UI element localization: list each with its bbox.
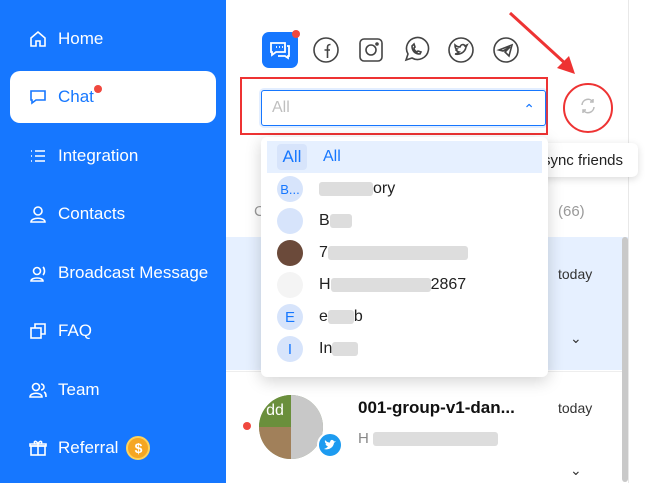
conversation-time: today — [558, 400, 593, 416]
pane-divider — [628, 0, 629, 483]
option-label: eb — [319, 308, 363, 325]
option-avatar: E — [277, 304, 303, 330]
conversation-title: 001-group-v1-dan... — [358, 398, 515, 417]
platform-tabs — [262, 30, 537, 68]
sidebar-item-label: Broadcast Message — [58, 263, 209, 282]
chat-icon[interactable] — [262, 30, 300, 68]
sidebar-item-label: Team — [58, 380, 100, 399]
sidebar-item-team[interactable]: Team — [10, 364, 216, 416]
option-label: In — [319, 340, 359, 358]
option-label: H 2867 — [319, 276, 467, 293]
sidebar-item-integration[interactable]: Integration — [10, 130, 216, 182]
option-avatar: B... — [277, 176, 303, 202]
unread-dot — [292, 30, 300, 38]
option-label: All — [323, 148, 341, 165]
dropdown-option[interactable]: E eb — [267, 301, 542, 333]
gift-icon — [28, 438, 48, 458]
option-label: ory — [319, 180, 395, 198]
coin-icon: $ — [126, 436, 151, 460]
sidebar-item-chat[interactable]: Chat — [10, 71, 216, 123]
list-icon — [28, 146, 48, 166]
whatsapp-icon[interactable] — [402, 36, 430, 64]
avatar-initials: dd — [259, 395, 291, 427]
sidebar-item-label: Chat — [58, 87, 94, 106]
twitter-icon — [317, 432, 343, 458]
facebook-icon[interactable] — [312, 36, 340, 64]
filter-dropdown: All All B... ory B 7 H 2867 E eb I In — [261, 137, 548, 377]
sidebar-item-label: Referral — [58, 438, 119, 457]
sync-friends-button[interactable] — [563, 83, 613, 133]
sidebar-item-label: FAQ — [58, 321, 93, 340]
chevron-down-icon[interactable]: ⌄ — [570, 330, 582, 347]
dropdown-option[interactable]: H 2867 — [267, 269, 542, 301]
chevron-up-icon: ⌃ — [523, 101, 535, 117]
dropdown-option[interactable]: 7 — [267, 237, 542, 269]
conversation-count: (66) — [558, 203, 585, 220]
conversation-time: today — [558, 266, 593, 282]
option-avatar: I — [277, 336, 303, 362]
conversation-preview: H — [358, 430, 499, 447]
team-icon — [28, 380, 48, 400]
arrow-annotation — [508, 11, 575, 74]
avatar: dd — [259, 395, 323, 459]
chevron-down-icon[interactable]: ⌄ — [570, 462, 582, 479]
option-avatar — [277, 272, 303, 298]
dropdown-option[interactable]: I In — [267, 333, 542, 365]
sidebar: Home Chat Integration Contacts Broadcast… — [0, 0, 226, 483]
dropdown-option-all[interactable]: All All — [267, 141, 542, 173]
app-root: Home Chat Integration Contacts Broadcast… — [0, 0, 645, 483]
broadcast-icon — [28, 263, 48, 283]
home-icon — [28, 29, 48, 49]
twitter-icon[interactable] — [447, 36, 475, 64]
unread-dot — [94, 85, 102, 93]
option-avatar — [277, 208, 303, 234]
filter-select[interactable]: All ⌃ — [261, 90, 546, 126]
sidebar-item-referral[interactable]: Referral $ — [10, 422, 216, 474]
sidebar-item-faq[interactable]: FAQ — [10, 305, 216, 357]
chat-icon — [28, 87, 48, 107]
faq-icon — [28, 321, 48, 341]
unread-dot — [243, 422, 251, 430]
option-label: B — [319, 212, 352, 230]
sidebar-item-label: Integration — [58, 146, 139, 165]
user-icon — [28, 204, 48, 224]
option-avatar — [277, 240, 303, 266]
option-avatar: All — [277, 144, 307, 170]
sidebar-item-contacts[interactable]: Contacts — [10, 188, 216, 240]
sidebar-item-label: Contacts — [58, 204, 126, 223]
sidebar-item-broadcast[interactable]: Broadcast Message — [10, 247, 216, 299]
dropdown-option[interactable]: B... ory — [267, 173, 542, 205]
option-label: 7 — [319, 244, 468, 262]
sidebar-item-label: Home — [58, 29, 104, 48]
filter-select-value: All — [272, 99, 290, 116]
refresh-icon — [579, 97, 597, 120]
dropdown-option[interactable]: B — [267, 205, 542, 237]
sidebar-item-home[interactable]: Home — [10, 13, 216, 65]
scrollbar[interactable] — [622, 237, 628, 482]
instagram-icon[interactable] — [357, 36, 385, 64]
